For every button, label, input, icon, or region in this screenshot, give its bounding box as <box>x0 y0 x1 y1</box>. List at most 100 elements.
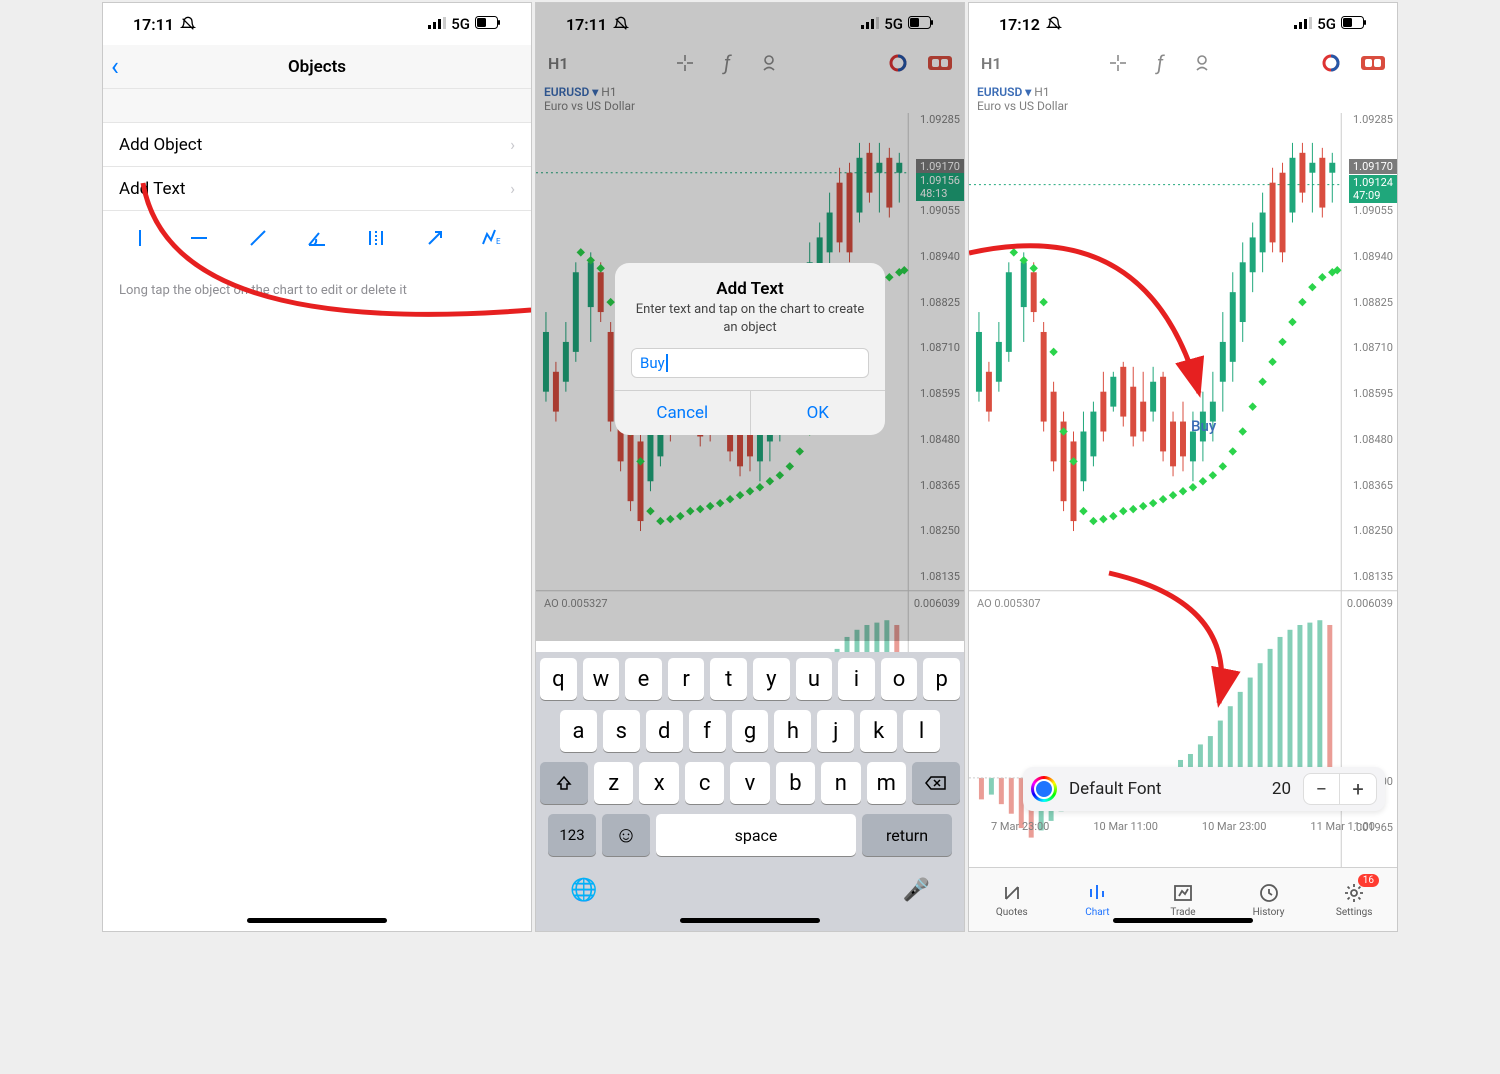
key-m[interactable]: m <box>867 762 906 804</box>
cancel-button[interactable]: Cancel <box>615 391 751 435</box>
indicator-icon[interactable]: ƒ <box>1148 51 1172 75</box>
screen-chart-text: 17:12 5G H1 ƒ EURUSD ▾ H1 Euro vs US Dol… <box>968 2 1398 932</box>
mic-icon[interactable]: 🎤 <box>903 878 930 903</box>
color-picker[interactable] <box>1031 776 1057 802</box>
chevron-icon: › <box>510 135 515 154</box>
key-u[interactable]: u <box>796 658 833 700</box>
key-b[interactable]: b <box>776 762 815 804</box>
status-bar: 17:12 5G <box>969 3 1397 45</box>
key-s[interactable]: s <box>603 710 640 752</box>
chart-area[interactable]: 1.092851.091701.090551.089401.088251.087… <box>969 113 1397 931</box>
increase-button[interactable]: + <box>1340 774 1376 804</box>
battery-icon <box>475 15 501 33</box>
return-key[interactable]: return <box>862 814 952 856</box>
home-indicator <box>680 918 820 923</box>
signal-icon <box>428 15 446 33</box>
key-h[interactable]: h <box>774 710 811 752</box>
alert-message: Enter text and tap on the chart to creat… <box>615 301 885 348</box>
key-x[interactable]: x <box>639 762 678 804</box>
symbol-tf: H1 <box>1034 85 1049 99</box>
screen-objects: 17:11 5G ‹ Objects Add Object › Add Text… <box>102 2 532 932</box>
settings-badge: 16 <box>1358 874 1379 887</box>
time-axis: 7 Mar 23:0010 Mar 11:0010 Mar 23:0011 Ma… <box>969 820 1397 833</box>
key-p[interactable]: p <box>923 658 960 700</box>
key-i[interactable]: i <box>838 658 875 700</box>
chevron-icon: › <box>510 179 515 198</box>
font-label[interactable]: Default Font <box>1069 779 1161 799</box>
status-bar: 17:11 5G <box>103 3 531 45</box>
key-g[interactable]: g <box>732 710 769 752</box>
text-format-bar: Default Font 20 − + <box>1023 767 1385 811</box>
arrow-icon[interactable] <box>420 223 450 253</box>
hint-text: Long tap the object on the chart to edit… <box>103 265 531 316</box>
add-text-alert: Add Text Enter text and tap on the chart… <box>615 263 885 435</box>
price-badge: 1.0912447:09 <box>1349 175 1397 203</box>
font-size-stepper: − + <box>1303 773 1377 805</box>
ok-button[interactable]: OK <box>751 391 886 435</box>
key-t[interactable]: t <box>710 658 747 700</box>
back-button[interactable]: ‹ <box>111 52 119 82</box>
globe-icon[interactable]: 🌐 <box>570 878 597 903</box>
font-size: 20 <box>1272 779 1291 799</box>
svg-text:E: E <box>496 237 501 246</box>
ao-top: 0.006039 <box>1347 597 1393 610</box>
emoji-key[interactable]: ☺ <box>602 814 650 856</box>
key-a[interactable]: a <box>560 710 597 752</box>
key-r[interactable]: r <box>668 658 705 700</box>
key-j[interactable]: j <box>817 710 854 752</box>
key-k[interactable]: k <box>860 710 897 752</box>
key-c[interactable]: c <box>685 762 724 804</box>
space-key[interactable]: space <box>656 814 856 856</box>
backspace-key[interactable] <box>912 762 960 804</box>
keyboard: qwertyuiop asdfghjkl zxcvbnm 123 ☺ space… <box>536 652 964 931</box>
screen-alert: 17:11 5G H1 ƒ EURUSD ▾ H1 Euro vs US Dol… <box>535 2 965 932</box>
nav-bar: ‹ Objects <box>103 45 531 89</box>
add-object-label: Add Object <box>119 135 202 155</box>
network-label: 5G <box>1317 15 1336 33</box>
tab-settings[interactable]: Settings16 <box>1311 868 1397 931</box>
add-text-row[interactable]: Add Text › <box>103 167 531 211</box>
fib-icon[interactable] <box>361 223 391 253</box>
mute-icon <box>180 16 196 32</box>
key-l[interactable]: l <box>903 710 940 752</box>
modal-dim: Add Text Enter text and tap on the chart… <box>536 3 964 641</box>
alert-input[interactable]: Buy <box>631 348 869 378</box>
price-ref: 1.09170 <box>1349 159 1397 174</box>
decrease-button[interactable]: − <box>1304 774 1340 804</box>
hline-icon[interactable] <box>184 223 214 253</box>
key-v[interactable]: v <box>730 762 769 804</box>
numeric-key[interactable]: 123 <box>548 814 596 856</box>
home-indicator <box>247 918 387 923</box>
key-z[interactable]: z <box>594 762 633 804</box>
tab-quotes[interactable]: Quotes <box>969 868 1055 931</box>
ao-label: AO 0.005307 <box>977 597 1041 610</box>
elliott-icon[interactable]: E <box>478 223 508 253</box>
status-time: 17:12 <box>999 15 1040 34</box>
key-n[interactable]: n <box>821 762 860 804</box>
network-label: 5G <box>451 15 470 33</box>
home-indicator <box>1113 918 1253 923</box>
signal-icon <box>1294 15 1312 33</box>
add-object-row[interactable]: Add Object › <box>103 123 531 167</box>
objects-icon[interactable] <box>1190 51 1214 75</box>
key-y[interactable]: y <box>753 658 790 700</box>
ring-icon[interactable] <box>1319 51 1343 75</box>
shift-key[interactable] <box>540 762 588 804</box>
timeframe-label[interactable]: H1 <box>981 54 1001 73</box>
trade-icon[interactable] <box>1361 51 1385 75</box>
trendline-icon[interactable] <box>243 223 273 253</box>
key-q[interactable]: q <box>540 658 577 700</box>
key-w[interactable]: w <box>583 658 620 700</box>
symbol-header: EURUSD ▾ H1 Euro vs US Dollar <box>969 81 1397 113</box>
key-d[interactable]: d <box>646 710 683 752</box>
key-o[interactable]: o <box>881 658 918 700</box>
battery-icon <box>1341 15 1367 33</box>
chart-text-object[interactable]: Buy <box>1191 417 1216 435</box>
angle-icon[interactable] <box>302 223 332 253</box>
crosshair-icon[interactable] <box>1106 51 1130 75</box>
key-e[interactable]: e <box>625 658 662 700</box>
key-f[interactable]: f <box>689 710 726 752</box>
vline-icon[interactable] <box>125 223 155 253</box>
symbol-name: EURUSD <box>977 85 1022 99</box>
chart-toolbar: H1 ƒ <box>969 45 1397 81</box>
